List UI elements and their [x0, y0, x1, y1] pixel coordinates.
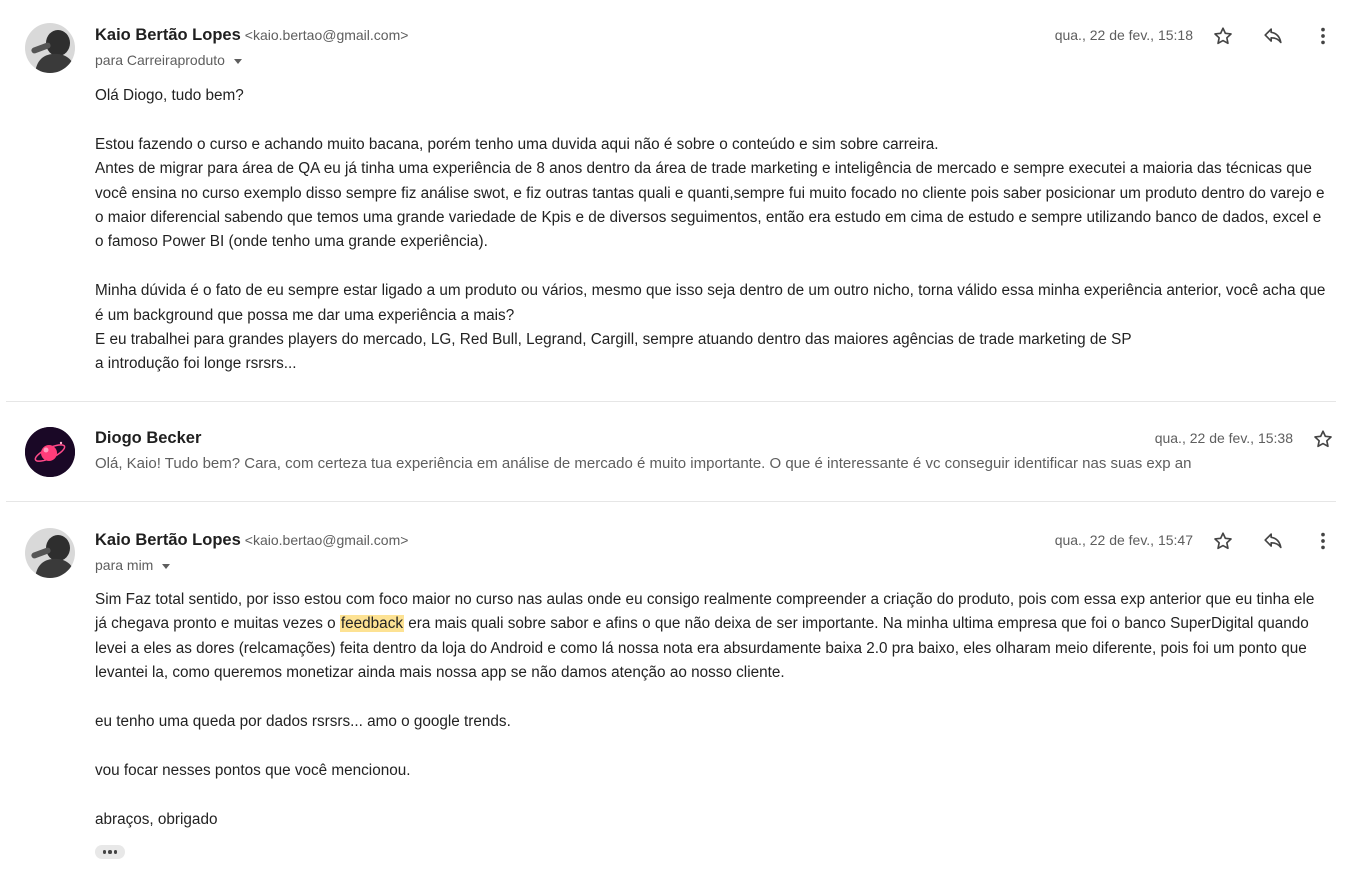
star-button[interactable] — [1311, 427, 1335, 451]
sender-avatar[interactable] — [25, 528, 75, 578]
more-vert-icon — [1321, 27, 1325, 45]
message-body: Sim Faz total sentido, por isso estou co… — [95, 588, 1330, 832]
sender-name-text: Kaio Bertão Lopes — [95, 26, 241, 44]
body-line: a introdução foi longe rsrsrs... — [95, 355, 297, 373]
reply-button[interactable] — [1261, 24, 1285, 48]
star-button[interactable] — [1211, 529, 1235, 553]
chevron-down-icon — [233, 58, 242, 64]
message-date: qua., 22 de fev., 15:38 — [1154, 430, 1293, 446]
message-divider — [6, 501, 1336, 502]
sender-name: Kaio Bertão Lopes <kaio.bertao@gmail.com> — [95, 531, 408, 550]
show-trimmed-content-icon — [102, 850, 107, 854]
body-paragraph: eu tenho uma queda por dados rsrsrs... a… — [95, 713, 511, 731]
reply-icon — [1264, 533, 1282, 549]
body-line: Antes de migrar para área de QA eu já ti… — [95, 160, 1325, 251]
sender-name: Kaio Bertão Lopes <kaio.bertao@gmail.com> — [95, 26, 408, 45]
recipient-details-toggle[interactable]: para mim — [95, 557, 171, 573]
email-message: Kaio Bertão Lopes <kaio.bertao@gmail.com>… — [6, 0, 1336, 400]
show-trimmed-content-button[interactable] — [95, 845, 125, 859]
recipient-text: para mim — [95, 557, 154, 573]
sender-avatar[interactable] — [25, 23, 75, 73]
message-snippet: Olá, Kaio! Tudo bem? Cara, com certeza t… — [95, 455, 1192, 472]
sender-avatar[interactable] — [25, 427, 75, 477]
sender-name-text: Kaio Bertão Lopes — [95, 531, 241, 549]
message-date: qua., 22 de fev., 15:18 — [1054, 27, 1193, 43]
more-options-button[interactable] — [1311, 529, 1335, 553]
star-icon — [1314, 430, 1332, 448]
more-vert-icon — [1321, 532, 1325, 550]
recipient-text: para Carreiraproduto — [95, 52, 225, 68]
body-line: Olá Diogo, tudo bem? — [95, 87, 244, 104]
star-button[interactable] — [1211, 24, 1235, 48]
body-line: Estou fazendo o curso e achando muito ba… — [95, 135, 939, 153]
body-paragraph: Sim Faz total sentido, por isso estou co… — [95, 588, 1330, 686]
sender-email: <kaio.bertao@gmail.com> — [244, 532, 409, 548]
chevron-down-icon — [162, 563, 171, 569]
sender-email: <kaio.bertao@gmail.com> — [244, 27, 409, 43]
email-message: Kaio Bertão Lopes <kaio.bertao@gmail.com>… — [6, 503, 1336, 871]
recipient-details-toggle[interactable]: para Carreiraproduto — [95, 52, 242, 68]
body-line: Minha dúvida é o fato de eu sempre estar… — [95, 282, 1326, 324]
more-options-button[interactable] — [1311, 24, 1335, 48]
reply-button[interactable] — [1261, 529, 1285, 553]
body-line: E eu trabalhei para grandes players do m… — [95, 331, 1132, 349]
body-paragraph: abraços, obrigado — [95, 810, 218, 828]
star-icon — [1214, 27, 1232, 45]
message-body: Olá Diogo, tudo bem? Estou fazendo o cur… — [95, 84, 1330, 377]
message-date: qua., 22 de fev., 15:47 — [1054, 532, 1193, 548]
email-message-collapsed[interactable]: Diogo Becker qua., 22 de fev., 15:38 Olá… — [6, 402, 1336, 500]
sender-name: Diogo Becker — [95, 429, 202, 447]
body-paragraph: vou focar nesses pontos que você mencion… — [95, 761, 411, 779]
star-icon — [1214, 532, 1232, 550]
reply-icon — [1264, 28, 1282, 44]
search-highlight: feedback — [339, 615, 404, 633]
